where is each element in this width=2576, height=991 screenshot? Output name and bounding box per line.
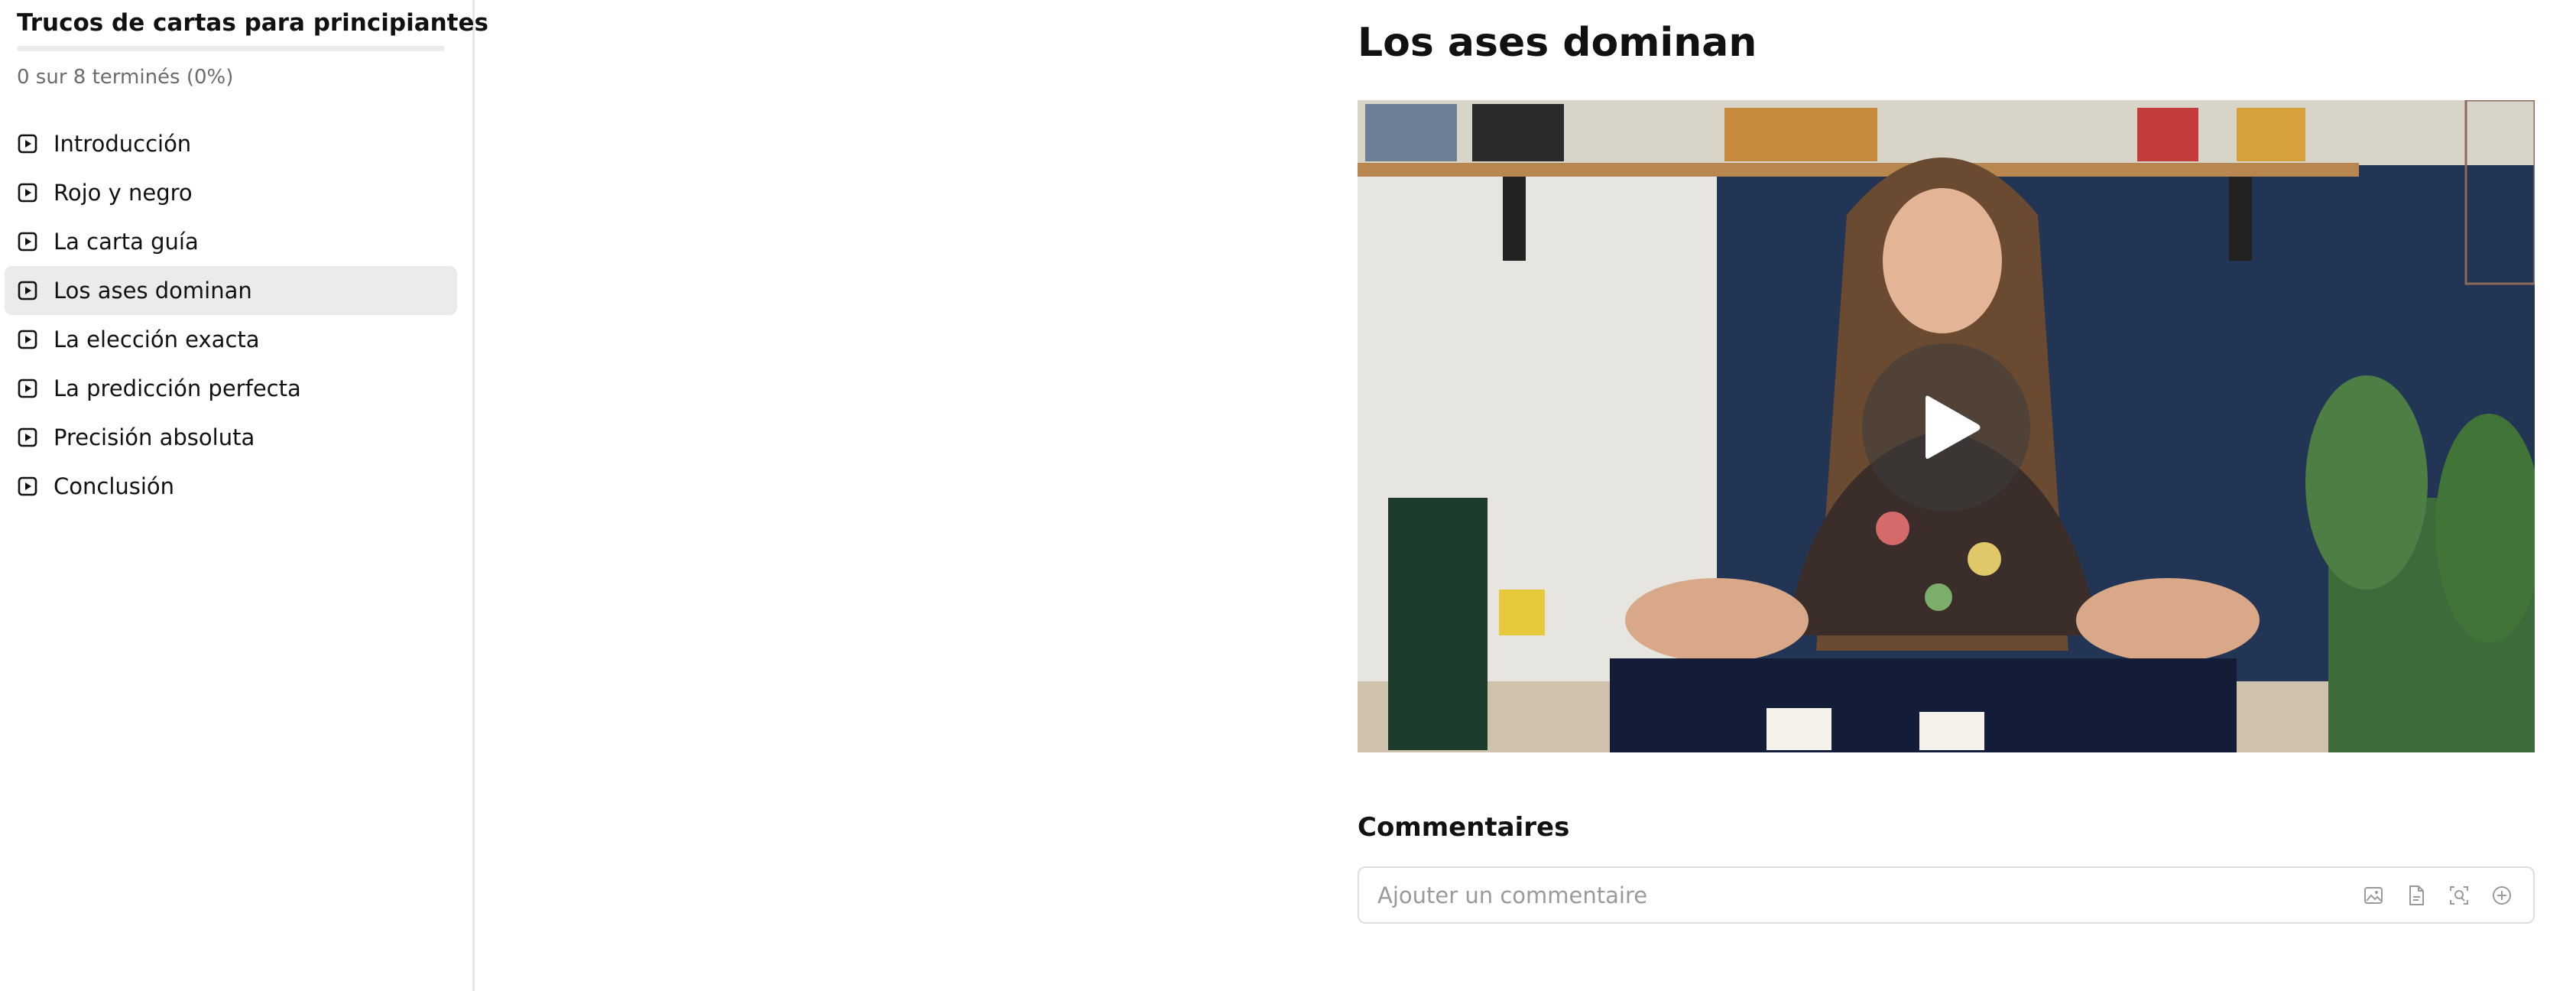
video-lesson-icon (17, 427, 38, 448)
video-player[interactable] (1358, 100, 2535, 752)
lesson-label: La carta guía (54, 229, 199, 255)
image-icon[interactable] (2362, 884, 2385, 907)
lesson-label: Precisión absoluta (54, 424, 255, 450)
lesson-item-los-ases-dominan[interactable]: Los ases dominan (5, 266, 457, 315)
plus-circle-icon[interactable] (2490, 884, 2513, 907)
comment-input[interactable] (1359, 881, 2362, 909)
course-sidebar: Trucos de cartas para principiantes 0 su… (0, 0, 488, 991)
lesson-label: Conclusión (54, 473, 175, 499)
course-title: Trucos de cartas para principiantes (17, 9, 488, 37)
progress-bar (17, 46, 445, 51)
lesson-label: Los ases dominan (54, 278, 252, 304)
file-icon[interactable] (2405, 884, 2428, 907)
video-lesson-icon (17, 182, 38, 203)
lesson-item-rojo-y-negro[interactable]: Rojo y negro (5, 168, 457, 217)
lesson-item-la-prediccion-perfecta[interactable]: La predicción perfecta (5, 364, 457, 413)
lesson-label: Introducción (54, 131, 192, 157)
lesson-item-la-carta-guia[interactable]: La carta guía (5, 217, 457, 266)
comments-heading: Commentaires (1358, 812, 1570, 843)
lesson-label: Rojo y negro (54, 180, 193, 206)
play-button[interactable] (1862, 343, 2030, 512)
lesson-item-la-eleccion-exacta[interactable]: La elección exacta (5, 315, 457, 364)
lesson-item-introduccion[interactable]: Introducción (5, 119, 457, 168)
lesson-title: Los ases dominan (1358, 20, 1757, 66)
progress-text: 0 sur 8 terminés (0%) (17, 66, 234, 89)
play-icon (1926, 395, 1981, 459)
video-lesson-icon (17, 280, 38, 301)
video-lesson-icon (17, 133, 38, 154)
video-lesson-icon (17, 476, 38, 497)
video-lesson-icon (17, 329, 38, 350)
lesson-list: Introducción Rojo y negro La carta guía … (5, 119, 457, 511)
lesson-item-precision-absoluta[interactable]: Precisión absoluta (5, 413, 457, 462)
gif-icon[interactable] (2448, 884, 2471, 907)
lesson-item-conclusion[interactable]: Conclusión (5, 462, 457, 511)
video-lesson-icon (17, 231, 38, 252)
comment-box (1358, 866, 2535, 924)
lesson-label: La elección exacta (54, 327, 260, 353)
video-lesson-icon (17, 378, 38, 399)
lesson-label: La predicción perfecta (54, 375, 301, 401)
